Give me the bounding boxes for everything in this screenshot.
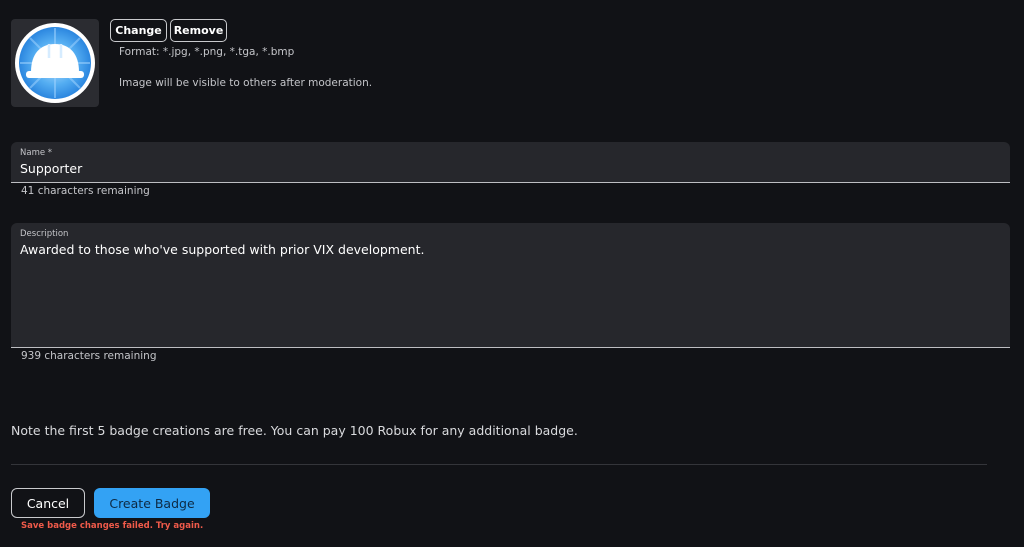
create-badge-button[interactable]: Create Badge [94, 488, 210, 518]
change-image-button[interactable]: Change [110, 19, 167, 42]
image-moderation-hint: Image will be visible to others after mo… [119, 77, 373, 89]
description-field-label: Description [20, 229, 69, 239]
hard-hat-icon [15, 23, 95, 103]
description-input-value[interactable]: Awarded to those who've supported with p… [20, 242, 424, 257]
divider [11, 464, 987, 465]
name-input-value[interactable]: Supporter [20, 161, 82, 176]
image-format-hint: Format: *.jpg, *.png, *.tga, *.bmp [119, 46, 295, 58]
remove-image-button[interactable]: Remove [170, 19, 227, 42]
name-characters-remaining: 41 characters remaining [21, 185, 150, 197]
description-field[interactable]: Description Awarded to those who've supp… [11, 223, 1010, 348]
badge-editor: Change Remove Format: *.jpg, *.png, *.tg… [0, 0, 1024, 547]
name-field[interactable]: Name * Supporter [11, 142, 1010, 183]
error-message: Save badge changes failed. Try again. [21, 521, 204, 531]
name-field-label: Name * [20, 148, 53, 158]
cancel-button[interactable]: Cancel [11, 488, 85, 518]
badge-image-thumbnail [11, 19, 99, 107]
badge-pricing-note: Note the first 5 badge creations are fre… [11, 423, 578, 438]
description-characters-remaining: 939 characters remaining [21, 350, 157, 362]
